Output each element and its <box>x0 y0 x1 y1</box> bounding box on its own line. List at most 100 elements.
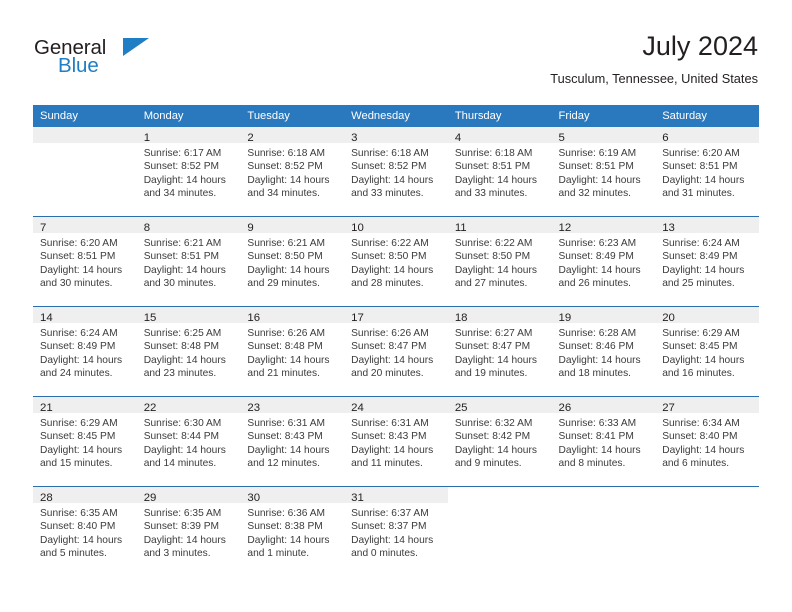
day-number: 19 <box>558 312 572 324</box>
sunset-text: Sunset: 8:47 PM <box>351 341 427 353</box>
day-number: 6 <box>662 132 669 144</box>
day-number: 12 <box>558 222 572 234</box>
day-number: 15 <box>143 312 157 324</box>
daylight-text-line2: and 20 minutes. <box>351 367 424 379</box>
sunrise-text: Sunrise: 6:26 AM <box>247 328 325 339</box>
calendar-body: 1 Sunrise: 6:17 AM Sunset: 8:52 PM Daylight… <box>33 127 759 576</box>
day-cell-inner: 14 Sunrise: 6:24 AM Sunset: 8:49 PM Dayligh… <box>33 307 137 396</box>
daylight-text-line2: and 0 minutes. <box>351 547 418 559</box>
day-details: Sunrise: 6:19 AM Sunset: 8:51 PM Daylight:… <box>552 143 656 200</box>
sunset-text: Sunset: 8:49 PM <box>662 251 738 263</box>
day-cell-inner: 29 Sunrise: 6:35 AM Sunset: 8:39 PM Dayligh… <box>136 487 241 576</box>
calendar-day-cell[interactable]: 25 Sunrise: 6:32 AM Sunset: 8:42 PM Dayligh… <box>447 396 552 487</box>
day-number-band: 13 <box>655 217 759 234</box>
daylight-text-line1: Daylight: 14 hours <box>351 534 434 546</box>
calendar-day-cell[interactable]: 8 Sunrise: 6:21 AM Sunset: 8:51 PM Daylight… <box>136 216 241 307</box>
sunset-text: Sunset: 8:51 PM <box>40 251 116 263</box>
sunset-text: Sunset: 8:47 PM <box>454 341 531 353</box>
calendar-day-cell[interactable]: 22 Sunrise: 6:30 AM Sunset: 8:44 PM Dayligh… <box>136 396 241 487</box>
day-number-band: 3 <box>344 127 448 144</box>
daylight-text-line2: and 14 minutes. <box>143 457 217 469</box>
calendar-day-cell[interactable]: 19 Sunrise: 6:28 AM Sunset: 8:46 PM Dayligh… <box>551 306 656 397</box>
calendar-day-cell[interactable]: 23 Sunrise: 6:31 AM Sunset: 8:43 PM Dayligh… <box>240 396 345 487</box>
calendar-day-cell[interactable]: 30 Sunrise: 6:36 AM Sunset: 8:38 PM Dayligh… <box>240 486 345 576</box>
calendar-cell-empty <box>447 486 552 576</box>
day-details: Sunrise: 6:21 AM Sunset: 8:51 PM Daylight:… <box>137 233 241 290</box>
daylight-text-line1: Daylight: 14 hours <box>143 354 226 366</box>
calendar-day-cell[interactable]: 18 Sunrise: 6:27 AM Sunset: 8:47 PM Dayligh… <box>447 306 552 397</box>
daylight-text-line2: and 30 minutes. <box>40 277 113 289</box>
day-number: 16 <box>247 312 261 324</box>
daylight-text-line1: Daylight: 14 hours <box>143 174 226 186</box>
daylight-text-line2: and 31 minutes. <box>662 187 735 199</box>
calendar-day-cell[interactable]: 21 Sunrise: 6:29 AM Sunset: 8:45 PM Dayligh… <box>33 396 137 487</box>
calendar-day-cell[interactable]: 14 Sunrise: 6:24 AM Sunset: 8:49 PM Dayligh… <box>33 306 137 397</box>
calendar-day-cell[interactable]: 16 Sunrise: 6:26 AM Sunset: 8:48 PM Dayligh… <box>240 306 345 397</box>
day-cell-inner: 19 Sunrise: 6:28 AM Sunset: 8:46 PM Dayligh… <box>551 307 656 396</box>
sunset-text: Sunset: 8:48 PM <box>143 341 220 353</box>
sunrise-text: Sunrise: 6:35 AM <box>40 508 118 519</box>
sunrise-text: Sunrise: 6:33 AM <box>558 418 637 429</box>
calendar-day-cell[interactable]: 29 Sunrise: 6:35 AM Sunset: 8:39 PM Dayligh… <box>136 486 241 576</box>
calendar-day-cell[interactable]: 17 Sunrise: 6:26 AM Sunset: 8:47 PM Dayligh… <box>344 306 448 397</box>
calendar-day-cell[interactable]: 24 Sunrise: 6:31 AM Sunset: 8:43 PM Dayligh… <box>344 396 448 487</box>
daylight-text-line2: and 27 minutes. <box>454 277 528 289</box>
day-number: 30 <box>247 492 261 504</box>
day-number-band: 1 <box>136 127 241 144</box>
daylight-text-line1: Daylight: 14 hours <box>454 444 537 456</box>
sunrise-text: Sunrise: 6:18 AM <box>454 148 533 159</box>
daylight-text-line1: Daylight: 14 hours <box>143 264 226 276</box>
calendar-day-cell[interactable]: 13 Sunrise: 6:24 AM Sunset: 8:49 PM Dayligh… <box>655 216 759 307</box>
day-number: 23 <box>247 402 261 414</box>
calendar-day-cell[interactable]: 10 Sunrise: 6:22 AM Sunset: 8:50 PM Dayligh… <box>344 216 448 307</box>
day-number-band: 2 <box>240 127 345 144</box>
day-cell-inner: 27 Sunrise: 6:34 AM Sunset: 8:40 PM Dayligh… <box>655 397 759 486</box>
day-cell-inner: 21 Sunrise: 6:29 AM Sunset: 8:45 PM Dayligh… <box>33 397 137 486</box>
calendar-day-cell[interactable]: 4 Sunrise: 6:18 AM Sunset: 8:51 PM Daylight… <box>447 127 552 217</box>
general-blue-logo[interactable]: General Blue <box>34 36 149 80</box>
calendar-day-cell[interactable]: 3 Sunrise: 6:18 AM Sunset: 8:52 PM Daylight… <box>344 127 448 217</box>
day-number: 11 <box>454 222 467 234</box>
sunrise-text: Sunrise: 6:21 AM <box>247 238 325 249</box>
daylight-text-line2: and 18 minutes. <box>558 367 632 379</box>
day-number: 26 <box>558 402 572 414</box>
daylight-text-line1: Daylight: 14 hours <box>351 264 434 276</box>
calendar-day-cell[interactable]: 15 Sunrise: 6:25 AM Sunset: 8:48 PM Dayligh… <box>136 306 241 397</box>
daylight-text-line2: and 29 minutes. <box>247 277 320 289</box>
daylight-text-line1: Daylight: 14 hours <box>40 444 123 456</box>
day-details: Sunrise: 6:26 AM Sunset: 8:47 PM Daylight:… <box>344 323 448 380</box>
calendar-day-cell[interactable]: 11 Sunrise: 6:22 AM Sunset: 8:50 PM Dayligh… <box>447 216 552 307</box>
calendar-day-cell[interactable]: 6 Sunrise: 6:20 AM Sunset: 8:51 PM Daylight… <box>655 127 759 217</box>
day-number: 24 <box>351 402 364 414</box>
calendar-day-cell[interactable]: 28 Sunrise: 6:35 AM Sunset: 8:40 PM Dayligh… <box>33 486 137 576</box>
day-number: 1 <box>143 132 151 144</box>
sunset-text: Sunset: 8:52 PM <box>247 161 323 173</box>
daylight-text-line2: and 9 minutes. <box>454 457 522 469</box>
calendar-day-cell[interactable]: 26 Sunrise: 6:33 AM Sunset: 8:41 PM Dayligh… <box>551 396 656 487</box>
day-number: 22 <box>143 402 157 414</box>
daylight-text-line1: Daylight: 14 hours <box>454 174 537 186</box>
day-number: 7 <box>40 222 47 234</box>
calendar-cell-empty <box>655 486 759 576</box>
day-number: 3 <box>351 132 358 144</box>
calendar-day-cell[interactable]: 1 Sunrise: 6:17 AM Sunset: 8:52 PM Daylight… <box>136 127 241 217</box>
calendar-day-cell[interactable]: 12 Sunrise: 6:23 AM Sunset: 8:49 PM Dayligh… <box>551 216 656 307</box>
daylight-text-line2: and 12 minutes. <box>247 457 320 469</box>
calendar-day-cell[interactable]: 7 Sunrise: 6:20 AM Sunset: 8:51 PM Daylight… <box>33 216 137 307</box>
day-number-band: 20 <box>655 307 759 324</box>
day-details: Sunrise: 6:22 AM Sunset: 8:50 PM Daylight:… <box>344 233 448 290</box>
day-number: 8 <box>143 222 151 234</box>
sunrise-text: Sunrise: 6:18 AM <box>351 148 429 159</box>
day-number-band: 11 <box>447 217 552 234</box>
calendar-day-cell[interactable]: 2 Sunrise: 6:18 AM Sunset: 8:52 PM Daylight… <box>240 127 345 217</box>
day-details: Sunrise: 6:32 AM Sunset: 8:42 PM Daylight:… <box>448 413 552 470</box>
weekday-header-tuesday: Tuesday <box>240 105 345 127</box>
daylight-text-line2: and 33 minutes. <box>351 187 424 199</box>
daylight-text-line1: Daylight: 14 hours <box>247 174 330 186</box>
calendar-day-cell[interactable]: 31 Sunrise: 6:37 AM Sunset: 8:37 PM Dayligh… <box>344 486 448 576</box>
calendar-day-cell[interactable]: 27 Sunrise: 6:34 AM Sunset: 8:40 PM Dayligh… <box>655 396 759 487</box>
calendar-day-cell[interactable]: 20 Sunrise: 6:29 AM Sunset: 8:45 PM Dayligh… <box>655 306 759 397</box>
daylight-text-line1: Daylight: 14 hours <box>558 354 641 366</box>
calendar-day-cell[interactable]: 9 Sunrise: 6:21 AM Sunset: 8:50 PM Daylight… <box>240 216 345 307</box>
calendar-day-cell[interactable]: 5 Sunrise: 6:19 AM Sunset: 8:51 PM Daylight… <box>551 127 656 217</box>
